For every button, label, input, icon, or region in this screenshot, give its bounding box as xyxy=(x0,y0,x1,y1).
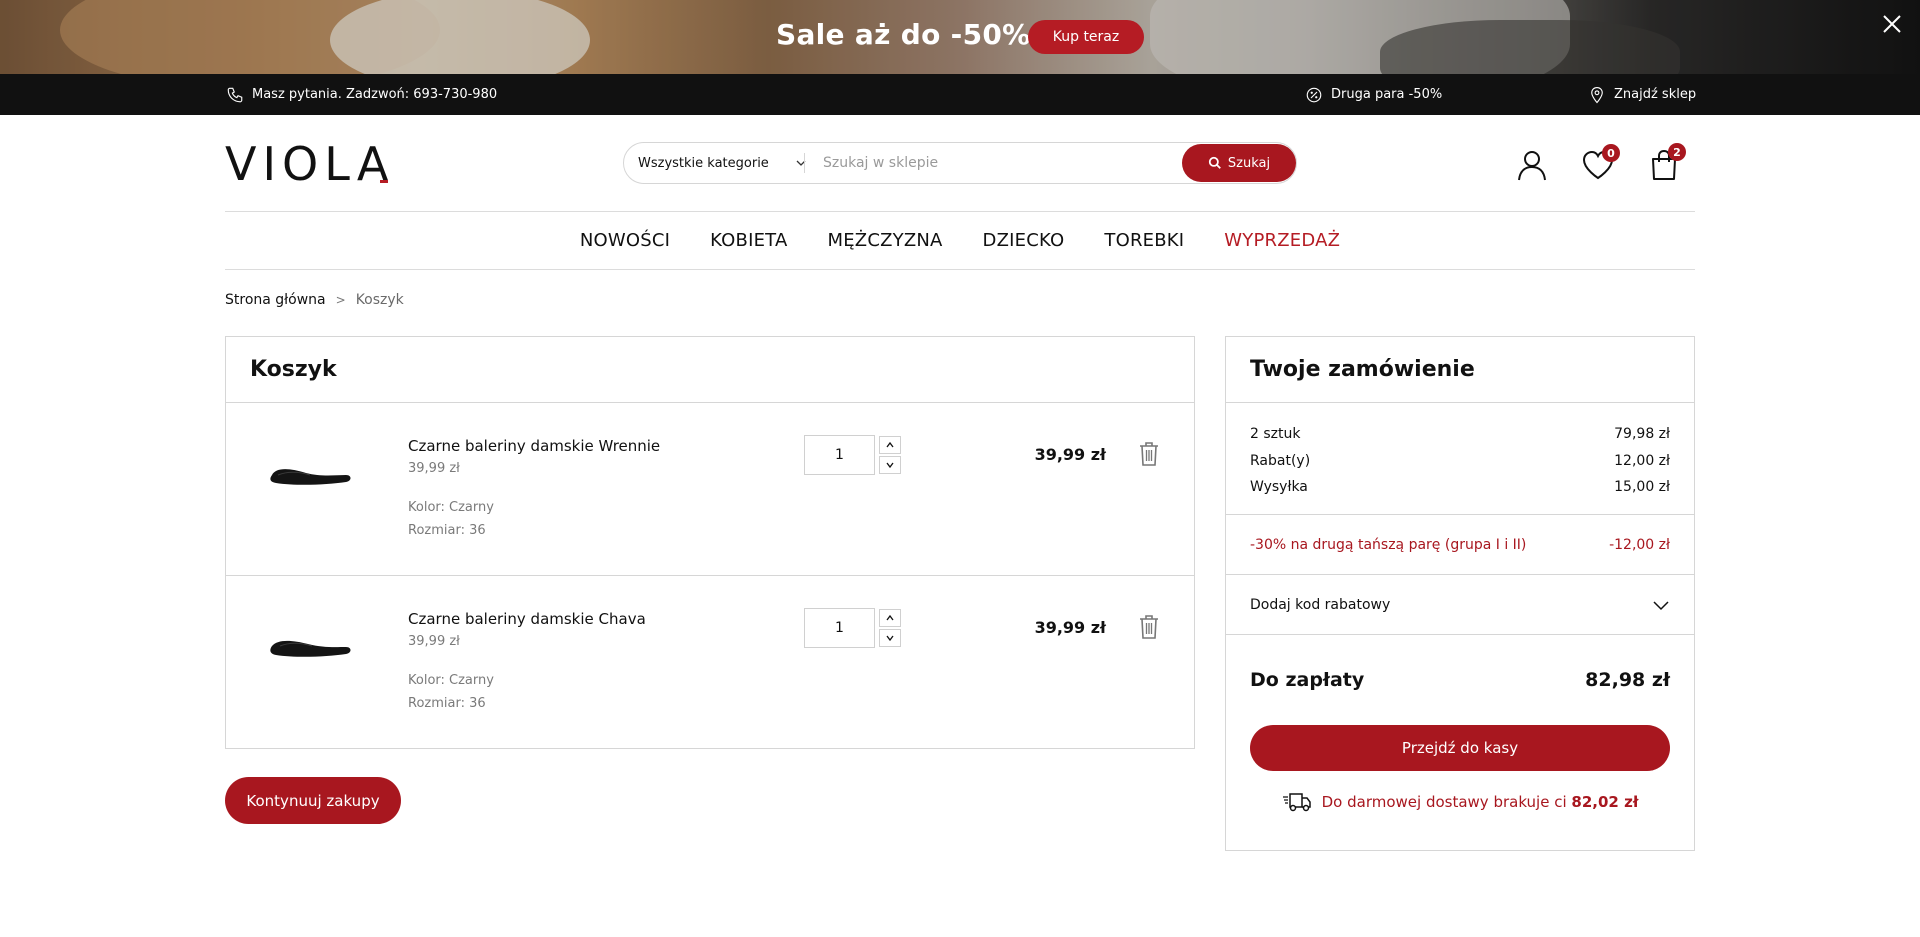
promotion-label: -30% na drugą tańszą parę (grupa I i II) xyxy=(1250,536,1527,553)
phone-icon xyxy=(227,87,243,102)
applied-promotion: -30% na drugą tańszą parę (grupa I i II)… xyxy=(1226,515,1694,575)
free-shipping-text: Do darmowej dostawy brakuje ci xyxy=(1321,793,1567,811)
divider xyxy=(225,269,1695,270)
product-unit-price: 39,99 zł xyxy=(408,634,460,649)
main-nav: NOWOŚCI KOBIETA MĘŻCZYZNA DZIECKO TOREBK… xyxy=(0,212,1920,268)
phone-text: Masz pytania. Zadzwoń: 693-730-980 xyxy=(252,87,498,102)
summary-label: Rabat(y) xyxy=(1250,452,1311,469)
quantity-decrease-button[interactable] xyxy=(879,629,901,647)
cart-panel: Koszyk Czarne baleriny damskie Wrennie 3… xyxy=(225,336,1195,749)
category-select[interactable]: Wszystkie kategorie xyxy=(638,143,769,183)
close-icon[interactable] xyxy=(1880,12,1904,36)
summary-line-shipping: Wysyłka 15,00 zł xyxy=(1250,474,1670,501)
product-color: Kolor: Czarny xyxy=(408,500,494,515)
summary-line-discounts: Rabat(y) 12,00 zł xyxy=(1250,448,1670,475)
product-size: Rozmiar: 36 xyxy=(408,523,486,538)
svg-text:VIOLA: VIOLA xyxy=(225,140,394,186)
cart-item-row: Czarne baleriny damskie Wrennie 39,99 zł… xyxy=(226,403,1194,576)
promotion-value: -12,00 zł xyxy=(1609,536,1670,553)
summary-value: 12,00 zł xyxy=(1614,452,1670,469)
total-value: 82,98 zł xyxy=(1585,669,1670,691)
product-image[interactable] xyxy=(266,453,356,493)
trash-icon[interactable] xyxy=(1138,441,1160,467)
total-label: Do zapłaty xyxy=(1250,669,1365,691)
viola-logo[interactable]: VIOLA xyxy=(225,140,405,186)
product-total-price: 39,99 zł xyxy=(1034,445,1106,464)
search-icon xyxy=(1208,156,1221,169)
cart-count-badge: 2 xyxy=(1668,143,1686,161)
user-account-icon[interactable] xyxy=(1514,147,1550,183)
breadcrumb-current: Koszyk xyxy=(355,292,404,308)
second-pair-promo[interactable]: Druga para -50% xyxy=(1305,74,1442,115)
find-store-text: Znajdź sklep xyxy=(1614,87,1697,102)
nav-item-dziecko[interactable]: DZIECKO xyxy=(983,230,1065,251)
search-button[interactable]: Szukaj xyxy=(1182,144,1296,182)
order-summary-panel: Twoje zamówienie 2 sztuk 79,98 zł Rabat(… xyxy=(1225,336,1695,851)
summary-value: 79,98 zł xyxy=(1614,426,1670,443)
summary-line-items: 2 sztuk 79,98 zł xyxy=(1250,421,1670,448)
summary-label: Wysyłka xyxy=(1250,479,1308,496)
quantity-increase-button[interactable] xyxy=(879,609,901,627)
free-shipping-amount: 82,02 zł xyxy=(1571,793,1639,811)
promo-banner: Sale aż do -50% Kup teraz xyxy=(0,0,1920,74)
discount-badge-icon xyxy=(1306,87,1322,102)
search-input[interactable] xyxy=(823,151,1183,175)
summary-label: 2 sztuk xyxy=(1250,426,1301,443)
delivery-truck-icon xyxy=(1282,793,1311,812)
chevron-down-icon[interactable] xyxy=(795,157,807,169)
quantity-input[interactable]: 1 xyxy=(804,435,875,475)
cart-item-row: Czarne baleriny damskie Chava 39,99 zł K… xyxy=(226,576,1194,749)
free-shipping-info: Do darmowej dostawy brakuje ci 82,02 zł xyxy=(1226,791,1694,813)
add-coupon-toggle[interactable]: Dodaj kod rabatowy xyxy=(1226,575,1694,635)
quantity-increase-button[interactable] xyxy=(879,436,901,454)
find-store-link[interactable]: Znajdź sklep xyxy=(1588,74,1696,115)
breadcrumb-home-link[interactable]: Strona główna xyxy=(225,292,326,308)
nav-item-nowosci[interactable]: NOWOŚCI xyxy=(580,230,670,251)
product-name[interactable]: Czarne baleriny damskie Wrennie xyxy=(408,437,660,455)
chevron-down-icon xyxy=(1653,600,1669,610)
nav-item-torebki[interactable]: TOREBKI xyxy=(1104,230,1184,251)
product-size: Rozmiar: 36 xyxy=(408,696,486,711)
product-name[interactable]: Czarne baleriny damskie Chava xyxy=(408,610,646,628)
promo-buy-now-button[interactable]: Kup teraz xyxy=(1028,20,1144,54)
product-unit-price: 39,99 zł xyxy=(408,461,460,476)
quantity-decrease-button[interactable] xyxy=(879,456,901,474)
quantity-input[interactable]: 1 xyxy=(804,608,875,648)
product-total-price: 39,99 zł xyxy=(1034,618,1106,637)
product-image[interactable] xyxy=(266,626,356,666)
second-pair-text: Druga para -50% xyxy=(1331,87,1443,102)
checkout-button[interactable]: Przejdź do kasy xyxy=(1250,725,1670,771)
search-button-label: Szukaj xyxy=(1227,155,1271,171)
promo-title: Sale aż do -50% xyxy=(776,18,1031,51)
chevron-up-icon xyxy=(886,614,894,621)
chevron-down-icon xyxy=(886,635,894,642)
nav-item-wyprzedaz[interactable]: WYPRZEDAŻ xyxy=(1224,230,1340,251)
chevron-down-icon xyxy=(886,462,894,469)
location-pin-icon xyxy=(1591,86,1603,103)
order-summary-title: Twoje zamówienie xyxy=(1226,337,1694,403)
breadcrumb: Strona główna > Koszyk xyxy=(225,292,404,308)
breadcrumb-separator: > xyxy=(335,293,346,307)
cart-title: Koszyk xyxy=(226,337,1194,403)
wishlist-count-badge: 0 xyxy=(1602,144,1620,162)
chevron-up-icon xyxy=(886,441,894,448)
trash-icon[interactable] xyxy=(1138,614,1160,640)
search-bar: Wszystkie kategorie Szukaj xyxy=(623,142,1297,184)
nav-item-kobieta[interactable]: KOBIETA xyxy=(710,230,787,251)
product-color: Kolor: Czarny xyxy=(408,673,494,688)
continue-shopping-button[interactable]: Kontynuuj zakupy xyxy=(225,777,401,824)
order-summary-lines: 2 sztuk 79,98 zł Rabat(y) 12,00 zł Wysył… xyxy=(1226,403,1694,515)
coupon-label: Dodaj kod rabatowy xyxy=(1250,596,1391,613)
phone-contact[interactable]: Masz pytania. Zadzwoń: 693-730-980 xyxy=(226,74,497,115)
info-bar: Masz pytania. Zadzwoń: 693-730-980 Druga… xyxy=(0,74,1920,115)
summary-value: 15,00 zł xyxy=(1614,479,1670,496)
total-to-pay: Do zapłaty 82,98 zł xyxy=(1226,635,1694,725)
nav-item-mezczyzna[interactable]: MĘŻCZYZNA xyxy=(828,230,943,251)
